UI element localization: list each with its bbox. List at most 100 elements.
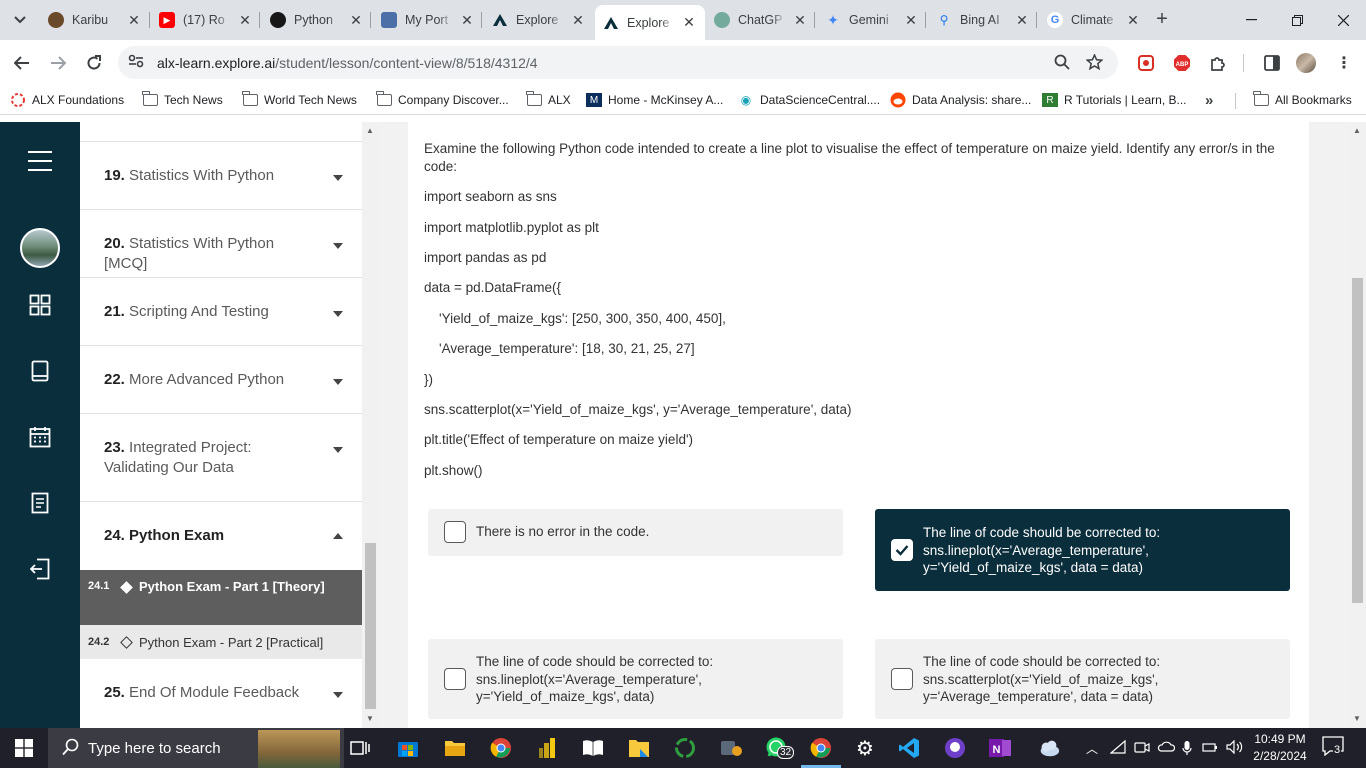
windows-start-icon[interactable] (0, 728, 48, 768)
reload-icon[interactable] (81, 50, 107, 76)
refresh-app-icon[interactable] (673, 736, 697, 760)
answer-option-1[interactable]: There is no error in the code. (428, 509, 843, 556)
profile-avatar[interactable] (1296, 53, 1316, 73)
tab-chatgpt[interactable]: ChatGP ✕ (706, 6, 816, 34)
restore-icon[interactable] (1274, 0, 1320, 40)
bookmark-alx-foundations[interactable]: ALX Foundations (10, 91, 124, 109)
bookmark-world-tech-news[interactable]: World Tech News (242, 91, 357, 109)
close-icon[interactable]: ✕ (903, 12, 919, 29)
tab-climate[interactable]: G Climate ✕ (1039, 6, 1149, 34)
tab-explore-active[interactable]: Explore ✕ (595, 5, 705, 40)
new-tab-icon[interactable]: + (1150, 8, 1174, 32)
chevron-down-icon[interactable] (333, 379, 343, 385)
checkbox-checked[interactable] (891, 539, 913, 561)
tab-karibu[interactable]: Karibu ✕ (40, 6, 150, 34)
scroll-up-icon[interactable]: ▲ (366, 126, 374, 135)
chevron-down-icon[interactable] (333, 243, 343, 249)
onedrive-icon[interactable] (1157, 740, 1176, 755)
close-icon[interactable]: ✕ (570, 12, 586, 29)
settings-gear-icon[interactable]: ⚙ (853, 736, 877, 760)
weather-cloud-icon[interactable] (1037, 736, 1061, 760)
answer-option-2[interactable]: The line of code should be corrected to:… (875, 509, 1290, 591)
microphone-icon[interactable] (1182, 740, 1192, 759)
book-icon[interactable] (26, 357, 54, 385)
bookmark-reddit-data-analysis[interactable]: Data Analysis: share... (890, 91, 1031, 109)
back-icon[interactable] (9, 50, 35, 76)
search-icon[interactable] (1054, 54, 1070, 74)
chevron-down-icon[interactable] (333, 692, 343, 698)
vscode-icon[interactable] (897, 736, 921, 760)
dashboard-icon[interactable] (26, 291, 54, 319)
power-bi-icon[interactable] (535, 736, 559, 760)
bookmark-r-tutorials[interactable]: R R Tutorials | Learn, B... (1042, 91, 1187, 109)
answer-option-3[interactable]: The line of code should be corrected to:… (428, 639, 843, 719)
bookmark-datasciencecentral[interactable]: ◉ DataScienceCentral.... (738, 91, 880, 109)
sidebar-item-19[interactable]: 19. Statistics With Python (80, 142, 362, 210)
sidebar-item-22[interactable]: 22. More Advanced Python (80, 346, 362, 414)
tab-search-icon[interactable] (8, 8, 32, 32)
bookmarks-overflow-icon[interactable]: » (1205, 91, 1213, 109)
chrome-active-icon[interactable] (809, 736, 833, 760)
bookmark-star-icon[interactable] (1085, 53, 1104, 74)
user-avatar[interactable] (20, 228, 60, 268)
checkbox[interactable] (891, 668, 913, 690)
reader-icon[interactable] (581, 736, 605, 760)
subitem-24-1[interactable]: 24.1 Python Exam - Part 1 [Theory] (80, 570, 362, 625)
system-clock[interactable]: 10:49 PM 2/28/2024 (1250, 731, 1310, 765)
menu-kebab-icon[interactable]: ⋮ (1334, 53, 1354, 73)
all-bookmarks[interactable]: All Bookmarks (1253, 91, 1352, 109)
microsoft-store-icon[interactable] (396, 736, 420, 760)
chevron-down-icon[interactable] (333, 311, 343, 317)
network-icon[interactable] (1109, 739, 1126, 757)
tab-explore-1[interactable]: Explore ✕ (484, 6, 594, 34)
notifications-icon[interactable]: 3 (1322, 736, 1346, 760)
scroll-down-icon[interactable]: ▼ (366, 714, 374, 723)
sidebar-item-24[interactable]: 24. Python Exam (80, 502, 362, 570)
logout-icon[interactable] (26, 555, 54, 583)
tab-python-github[interactable]: Python ✕ (262, 6, 372, 34)
minimize-icon[interactable] (1228, 0, 1274, 40)
address-bar[interactable]: alx-learn.explore.ai/student/lesson/cont… (118, 46, 1118, 79)
checkbox[interactable] (444, 668, 466, 690)
sidebar-scrollbar[interactable]: ▲ ▼ (362, 122, 379, 728)
battery-plug-icon[interactable] (1202, 740, 1218, 757)
tray-chevron-up-icon[interactable]: ︿ (1086, 740, 1098, 757)
file-manager-icon[interactable] (627, 736, 651, 760)
bookmark-mckinsey[interactable]: M Home - McKinsey A... (586, 91, 723, 109)
bookmark-tech-news[interactable]: Tech News (142, 91, 223, 109)
close-window-icon[interactable] (1320, 0, 1366, 40)
chevron-down-icon[interactable] (333, 447, 343, 453)
github-desktop-icon[interactable] (943, 736, 967, 760)
document-icon[interactable] (26, 489, 54, 517)
close-icon[interactable]: ✕ (1014, 12, 1030, 29)
tab-youtube[interactable]: ▶ (17) Ro ✕ (151, 6, 261, 34)
taskbar-search[interactable]: Type here to search (48, 728, 344, 768)
sidebar-item-25[interactable]: 25. End Of Module Feedback (80, 659, 362, 728)
close-icon[interactable]: ✕ (459, 12, 475, 29)
close-icon[interactable]: ✕ (126, 12, 142, 29)
close-icon[interactable]: ✕ (681, 14, 697, 31)
bookmark-alx[interactable]: ALX (526, 91, 571, 109)
chrome-icon[interactable] (489, 736, 513, 760)
tab-portfolio[interactable]: My Port ✕ (373, 6, 483, 34)
checkbox[interactable] (444, 521, 466, 543)
sidebar-item-23[interactable]: 23. Integrated Project: Validating Our D… (80, 414, 362, 502)
volume-icon[interactable] (1226, 739, 1244, 757)
task-view-icon[interactable] (348, 736, 372, 760)
site-info-icon[interactable] (128, 54, 144, 71)
sidebar-item-20[interactable]: 20. Statistics With Python [MCQ] (80, 210, 362, 278)
url-text[interactable]: alx-learn.explore.ai/student/lesson/cont… (157, 55, 538, 71)
calendar-icon[interactable] (26, 423, 54, 451)
sidebar-item-21[interactable]: 21. Scripting And Testing (80, 278, 362, 346)
chevron-up-icon[interactable] (333, 533, 343, 539)
close-icon[interactable]: ✕ (792, 12, 808, 29)
page-scroll-thumb[interactable] (1352, 278, 1363, 603)
side-panel-icon[interactable] (1262, 53, 1282, 73)
whatsapp-icon[interactable]: 32 (765, 736, 795, 760)
close-icon[interactable]: ✕ (237, 12, 253, 29)
file-explorer-icon[interactable] (443, 736, 467, 760)
page-scrollbar[interactable]: ▲ ▼ (1349, 122, 1366, 728)
chevron-down-icon[interactable] (333, 175, 343, 181)
tab-bing[interactable]: ⚲ Bing AI ✕ (928, 6, 1038, 34)
teams-icon[interactable] (719, 736, 743, 760)
